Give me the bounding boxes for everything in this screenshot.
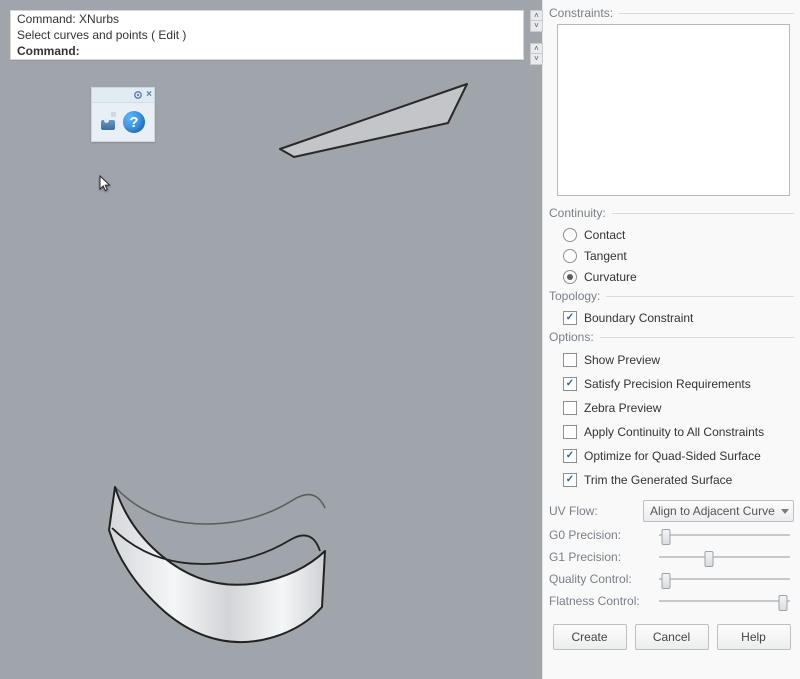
gear-icon[interactable] [133,90,143,100]
continuity-section-header: Continuity: [549,206,794,220]
slider-thumb-icon[interactable] [704,551,713,567]
command-line-1: Command: XNurbs [11,11,523,27]
camera-icon[interactable] [101,114,119,130]
properties-panel: Constraints: Continuity: Contact Tangent… [543,0,800,679]
command-line-2: Select curves and points ( Edit ) [11,27,523,43]
uv-flow-dropdown[interactable]: Align to Adjacent Curve [643,500,794,522]
constraints-label: Constraints: [549,6,619,20]
slider-thumb-icon[interactable] [661,573,670,589]
floating-toolbar[interactable]: × ? [91,87,155,142]
checkbox-icon [563,473,577,487]
g0-precision-label: G0 Precision: [549,528,659,542]
checkbox-label: Trim the Generated Surface [584,473,732,487]
checkbox-icon [563,353,577,367]
checkbox-label: Satisfy Precision Requirements [584,377,751,391]
command-history-panel: Command: XNurbs Select curves and points… [10,10,524,60]
checkbox-label: Optimize for Quad-Sided Surface [584,449,761,463]
checkbox-label: Boundary Constraint [584,311,693,325]
continuity-tangent-radio[interactable]: Tangent [563,245,794,266]
show-preview-checkbox[interactable]: Show Preview [563,348,794,372]
dropdown-value: Align to Adjacent Curve [650,504,775,518]
constraints-section-header: Constraints: [549,6,794,20]
radio-icon [563,228,577,242]
checkbox-icon [563,377,577,391]
radio-label: Tangent [584,249,627,263]
options-label: Options: [549,330,600,344]
checkbox-icon [563,401,577,415]
help-button[interactable]: Help [717,624,791,650]
mouse-cursor-icon [99,175,113,193]
radio-icon [563,249,577,263]
checkbox-icon [563,425,577,439]
checkbox-icon [563,449,577,463]
constraints-listbox[interactable] [557,24,790,196]
radio-label: Curvature [584,270,637,284]
create-button[interactable]: Create [553,624,627,650]
continuity-curvature-radio[interactable]: Curvature [563,266,794,287]
chevron-down-icon [781,509,789,514]
apply-continuity-all-checkbox[interactable]: Apply Continuity to All Constraints [563,420,794,444]
checkbox-label: Apply Continuity to All Constraints [584,425,764,439]
quality-control-slider[interactable] [659,570,790,588]
trim-generated-checkbox[interactable]: Trim the Generated Surface [563,468,794,492]
checkbox-label: Zebra Preview [584,401,661,415]
topology-section-header: Topology: [549,289,794,303]
satisfy-precision-checkbox[interactable]: Satisfy Precision Requirements [563,372,794,396]
continuity-label: Continuity: [549,206,612,220]
scroll-up-icon[interactable]: ˄ [530,10,543,21]
boundary-constraint-checkbox[interactable]: Boundary Constraint [563,307,794,328]
slider-thumb-icon[interactable] [661,529,670,545]
command-prompt[interactable]: Command: [11,43,523,59]
cancel-button[interactable]: Cancel [635,624,709,650]
viewport-3d[interactable]: Command: XNurbs Select curves and points… [0,0,543,679]
optimize-quad-checkbox[interactable]: Optimize for Quad-Sided Surface [563,444,794,468]
radio-icon [563,270,577,284]
quality-control-label: Quality Control: [549,572,659,586]
flatness-control-label: Flatness Control: [549,594,659,608]
close-icon[interactable]: × [146,90,152,100]
zebra-preview-checkbox[interactable]: Zebra Preview [563,396,794,420]
spinner-down-icon[interactable]: ˅ [530,54,543,65]
checkbox-icon [563,311,577,325]
help-icon[interactable]: ? [123,111,145,133]
g0-precision-slider[interactable] [659,526,790,544]
scroll-down-icon[interactable]: ˅ [530,21,543,32]
geometry-canvas [0,0,542,679]
g1-precision-slider[interactable] [659,548,790,566]
options-section-header: Options: [549,330,794,344]
g1-precision-label: G1 Precision: [549,550,659,564]
surface-curved [109,487,325,642]
uv-flow-label: UV Flow: [549,504,635,518]
flatness-control-slider[interactable] [659,592,790,610]
radio-label: Contact [584,228,625,242]
spinner-up-icon[interactable]: ˄ [530,43,543,54]
topology-label: Topology: [549,289,606,303]
surface-planar [280,84,467,157]
continuity-contact-radio[interactable]: Contact [563,224,794,245]
slider-thumb-icon[interactable] [779,595,788,611]
checkbox-label: Show Preview [584,353,660,367]
command-scroll-buttons: ˄ ˅ ˄ ˅ [530,10,543,65]
